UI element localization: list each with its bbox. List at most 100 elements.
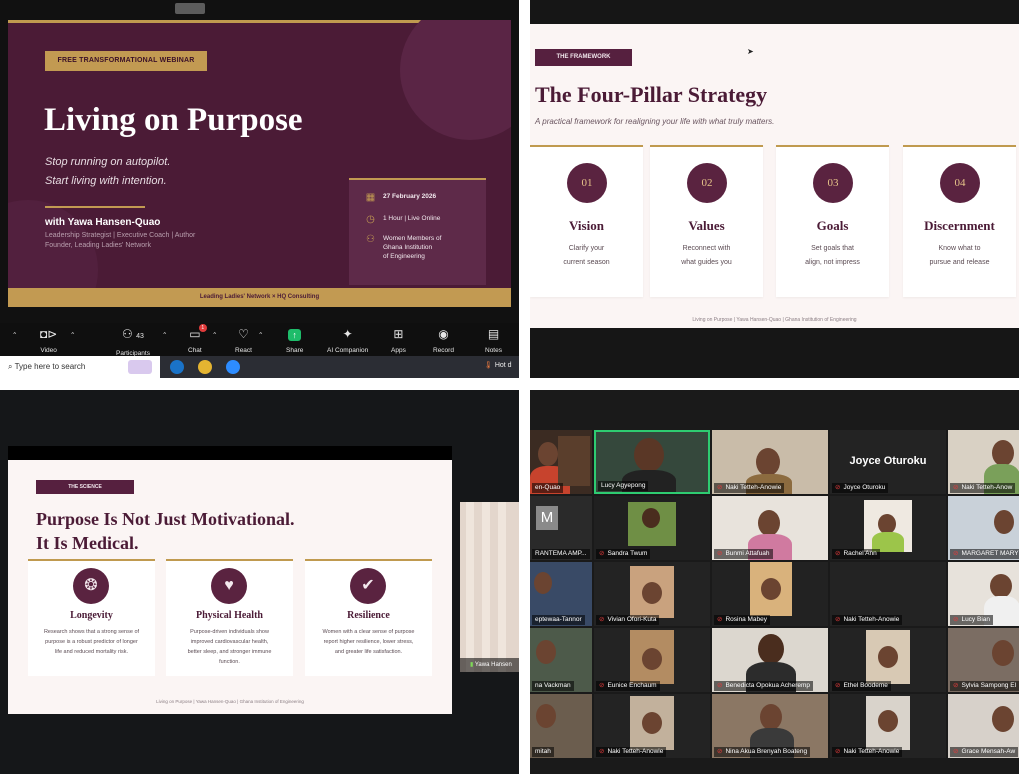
participant-name-label: RANTEMA AMP... [532,549,590,559]
participant-tile[interactable]: ⊘ Rosina Mabey [712,562,828,626]
react-button[interactable]: ♡ React [235,326,252,354]
muted-mic-icon: ⊘ [953,616,959,623]
chat-button[interactable]: ▭ 1 Chat [188,324,207,354]
participant-name: Vivian Ofori-Kuta [607,616,657,623]
muted-mic-icon: ⊘ [953,748,959,755]
camera-icon: ◘⊳ [40,327,58,341]
participant-name: Naki Tetteh-Anowie [607,748,664,755]
audio-options-chevron-icon[interactable]: ⌃ [12,331,17,339]
edge-icon[interactable] [170,360,184,374]
participant-face [992,640,1014,666]
apps-icon: ⊞ [393,327,404,341]
view-options-tab[interactable] [175,3,205,14]
participant-tile-active-speaker[interactable]: Lucy Agyepong [594,430,710,494]
pillar-card-discernment: 04 Discernment Know what to pursue and re… [903,145,1016,297]
participant-tile[interactable]: ⊘ Naki Tetteh-Anowie [830,562,946,626]
participant-name-label: ⊘ Grace Mensah-Aw [950,747,1019,757]
participant-tile[interactable]: ⊘ Naki Tetteh-Anowie [712,430,828,494]
participant-tile[interactable]: Joyce Oturoku ⊘ Joyce Oturoku [830,430,946,494]
participant-tile[interactable]: ⊘ Rachel Ann [830,496,946,560]
participant-tile[interactable]: ⊘ Bunmi Attafuah [712,496,828,560]
participant-tile[interactable]: ⊘ Eunice Enchaum [594,628,710,692]
participant-name-label: ⊘ Lucy Bian [950,615,993,625]
zoom-app-icon[interactable] [226,360,240,374]
record-icon: ◉ [438,327,449,341]
participant-tile[interactable]: eptewaa-Tannor [530,562,592,626]
presenter-video-thumbnail[interactable]: ▮ Yawa Hansen [460,502,519,672]
pillar-title: Goals [816,218,849,233]
participant-tile[interactable]: na Vackman [530,628,592,692]
weather-widget[interactable]: 🌡 Hot d [484,361,512,369]
participant-tile[interactable]: ⊘ Nina Akua Brenyah Boateng [712,694,828,758]
participant-tile[interactable]: ⊘ Naki Tetteh-Anow [948,430,1019,494]
heading-line: It Is Medical. [36,533,139,553]
pillar-title: Discernment [924,218,995,233]
event-date: 27 February 2026 [383,193,437,200]
participant-face [756,448,780,476]
weather-text: Hot d [494,362,512,369]
card-title: Longevity [70,610,113,621]
pillar-card-values: 02 Values Reconnect with what guides you [650,145,763,297]
participant-name: Sandra Twum [607,550,648,557]
brain-icon: ❂ [73,568,109,604]
participant-tile[interactable]: ⊘ Grace Mensah-Aw [948,694,1019,758]
subtitle-line: Start living with intention. [45,175,167,187]
participants-icon: ⚇ 43 [122,327,144,341]
muted-mic-icon: ⊘ [953,550,959,557]
participant-face [878,710,898,732]
share-button[interactable]: ↑ Share [286,326,303,354]
chrome-icon[interactable] [198,360,212,374]
participants-button[interactable]: ⚇ 43 Participants [116,326,150,357]
muted-mic-icon: ⊘ [599,682,605,689]
card-line: better sleep, and stronger immune [187,649,272,655]
slide-footer: Living on Purpose | Yawa Hansen-Quao | G… [156,699,304,704]
participant-name: Naki Tetteh-Anowie [843,616,900,623]
participant-tile[interactable]: M RANTEMA AMP... [530,496,592,560]
notes-button[interactable]: ▤ Notes [485,326,502,354]
apps-button[interactable]: ⊞ Apps [391,326,406,354]
participant-tile[interactable]: ⊘ Naki Tetteh-Anowie [830,694,946,758]
card-line: Women with a clear sense of purpose [322,629,415,635]
role-line: Founder, Leading Ladies' Network [45,242,152,249]
participant-name-label: ⊘ Sylvia Sampong El [950,681,1019,691]
muted-mic-icon: ⊘ [599,616,605,623]
ai-companion-button[interactable]: ✦ AI Companion [327,326,368,354]
slide-subtitle: Stop running on autopilot. Start living … [45,153,170,191]
heart-icon: ♥ [211,568,247,604]
participant-tile[interactable]: ⊘ MARGARET MARY [948,496,1019,560]
windows-taskbar: ⌕ Type here to search 🌡 Hot d [0,356,519,378]
muted-mic-icon: ⊘ [835,616,841,623]
participant-count: 43 [136,333,144,340]
participant-name: MARGARET MARY [961,550,1019,557]
pillar-line: pursue and release [929,259,990,266]
taskbar-search[interactable]: ⌕ Type here to search [0,356,160,378]
participant-tile[interactable]: ⊘ Ethel Boodeme [830,628,946,692]
participant-name: Ethel Boodeme [843,682,888,689]
participant-tile[interactable]: ⊘ Vivian Ofori-Kuta [594,562,710,626]
shared-screen-science-slide: THE SCIENCE Purpose Is Not Just Motivati… [0,390,519,774]
chat-options-chevron-icon[interactable]: ⌃ [212,331,217,339]
participant-tile[interactable]: ⊘ Sylvia Sampong El [948,628,1019,692]
participant-tile[interactable]: ⊘ Benedicta Opokua Acheremp [712,628,828,692]
muted-mic-icon: ⊘ [953,484,959,491]
participant-tile[interactable]: en-Quao [530,430,592,494]
video-options-chevron-icon[interactable]: ⌃ [70,331,75,339]
search-highlight-image [128,360,152,374]
participant-tile[interactable]: ⊘ Naki Tetteh-Anowie [594,694,710,758]
participant-tile[interactable]: ⊘ Lucy Bian [948,562,1019,626]
muted-mic-icon: ⊘ [835,682,841,689]
participant-name-label: ⊘ Naki Tetteh-Anow [950,483,1016,493]
participant-name-label: ⊘ Nina Akua Brenyah Boateng [714,747,811,757]
record-button[interactable]: ◉ Record [433,326,454,354]
participant-tile[interactable]: mitah [530,694,592,758]
card-line: improved cardiovascular health, [190,639,269,645]
sparkle-icon: ✦ [342,327,353,341]
participants-options-chevron-icon[interactable]: ⌃ [162,331,167,339]
muted-mic-icon: ⊘ [953,682,959,689]
participant-gallery: en-Quao Lucy Agyepong ⊘ Naki Tetteh-Anowi… [530,390,1019,774]
video-button[interactable]: ◘⊳ Video [40,326,57,354]
video-label: Video [40,347,57,354]
participant-tile[interactable]: ⊘ Sandra Twum [594,496,710,560]
react-options-chevron-icon[interactable]: ⌃ [258,331,263,339]
pillar-description: Clarify your current season [538,242,635,270]
